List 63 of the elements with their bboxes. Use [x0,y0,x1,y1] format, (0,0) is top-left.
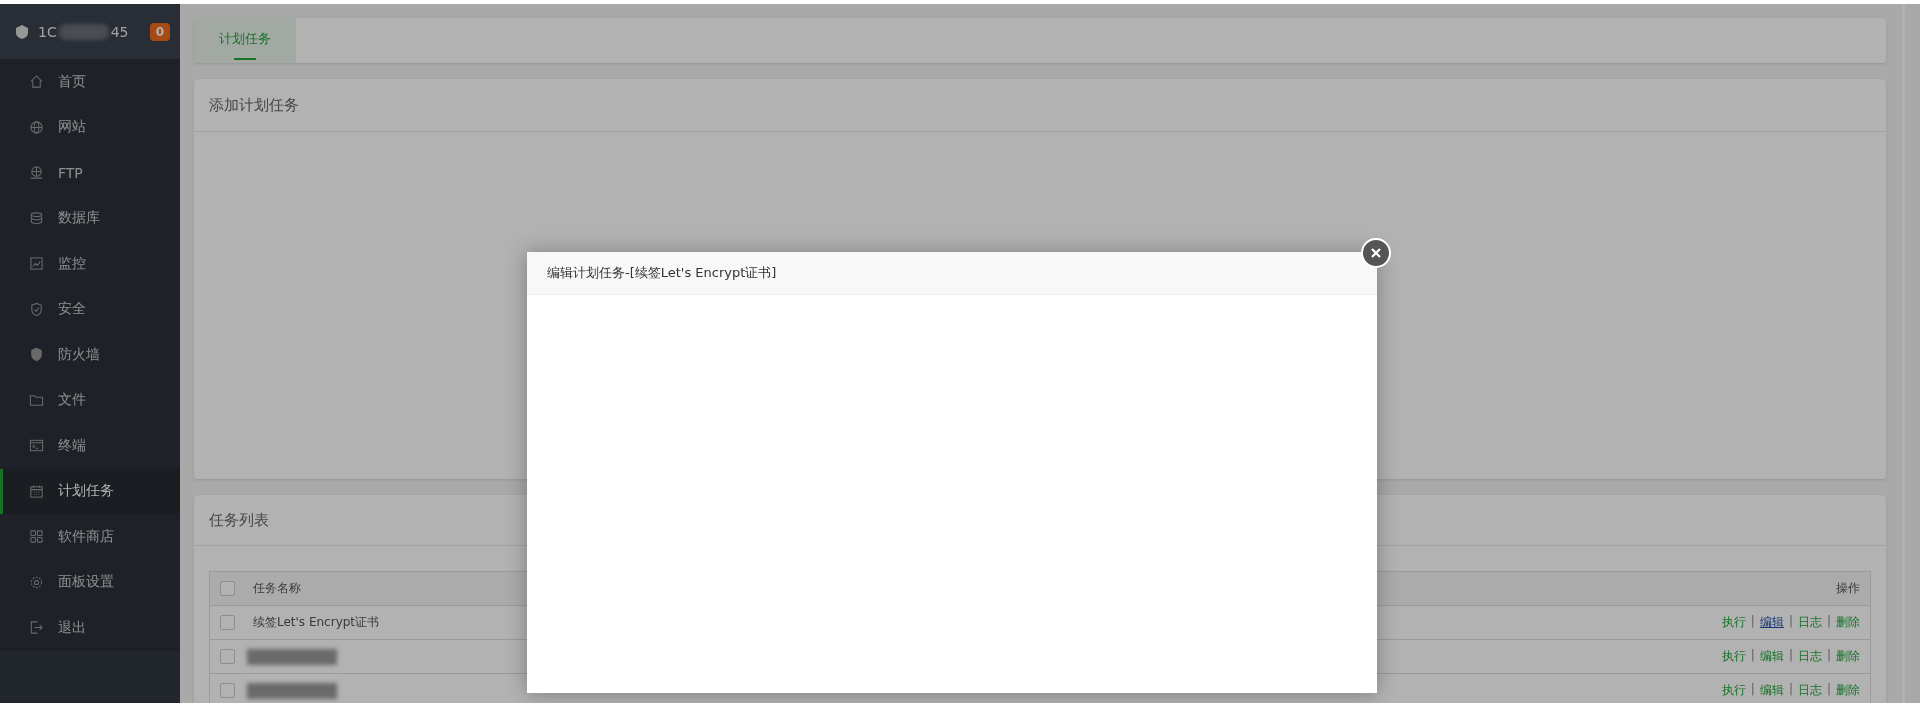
sidebar-item[interactable]: 退出 [0,605,180,651]
sidebar-item[interactable]: 安全 [0,286,180,332]
action-link[interactable]: 日志 [1797,682,1822,699]
database-icon [29,210,44,226]
sidebar-item[interactable]: 文件 [0,377,180,423]
globe-icon [29,119,44,135]
action-link[interactable]: 编辑 [1759,614,1784,631]
terminal-icon [29,438,44,454]
gear-icon [29,574,44,590]
sidebar-item[interactable]: 软件商店 [0,514,180,560]
checkbox[interactable] [220,581,235,596]
folder-icon [29,392,44,408]
checkbox[interactable] [220,683,235,698]
action-link[interactable]: 执行 [1721,648,1746,665]
shield-icon [14,23,30,40]
separator: | [1750,614,1755,630]
column-header: 操作 [1836,580,1860,597]
separator: | [1750,648,1755,664]
ftp-icon [29,165,44,181]
redaction-blur [58,23,109,40]
action-link[interactable]: 删除 [1836,682,1860,699]
action-link[interactable]: 删除 [1836,648,1860,665]
action-link[interactable]: 日志 [1797,648,1822,665]
separator: | [1826,648,1831,664]
separator: | [1788,614,1793,630]
close-icon [1370,247,1382,259]
grid-icon [29,529,44,545]
table-cell: 续签Let's Encrypt证书 [253,614,380,631]
separator: | [1750,682,1755,698]
notification-badge[interactable]: 0 [149,22,170,41]
action-link[interactable]: 执行 [1721,614,1746,631]
action-link[interactable]: 编辑 [1759,682,1784,699]
tab[interactable]: 计划任务 [194,18,296,63]
shield-icon [29,301,44,317]
home-icon [29,74,44,90]
action-link[interactable]: 日志 [1797,614,1822,631]
action-link[interactable]: 执行 [1721,682,1746,699]
host-name: 45 [110,23,129,40]
sidebar-item[interactable]: 网站 [0,104,180,150]
sidebar-item[interactable]: 计划任务 [0,468,180,514]
sidebar-item[interactable]: 数据库 [0,195,180,241]
calendar-icon [29,483,44,499]
monitor-icon [29,256,44,272]
separator: | [1788,682,1793,698]
action-link[interactable]: 删除 [1836,614,1860,631]
sidebar-item[interactable]: FTP [0,150,180,196]
sidebar-item[interactable]: 首页 [0,59,180,105]
column-header: 任务名称 [253,580,301,597]
panel-title: 添加计划任务 [194,79,1886,132]
firewall-icon [29,347,44,363]
exit-icon [29,620,44,636]
separator: | [1826,682,1831,698]
sidebar-item[interactable]: 面板设置 [0,559,180,605]
sidebar-item[interactable]: 防火墙 [0,332,180,378]
separator: | [1826,614,1831,630]
sidebar-item[interactable]: 终端 [0,423,180,469]
checkbox[interactable] [220,615,235,630]
separator: | [1788,648,1793,664]
sidebar-item[interactable]: 监控 [0,241,180,287]
checkbox[interactable] [220,649,235,664]
host-name: 1C [38,23,57,40]
action-link[interactable]: 编辑 [1759,648,1784,665]
dialog-title: 编辑计划任务-[续签Let's Encrypt证书] [527,252,1377,295]
